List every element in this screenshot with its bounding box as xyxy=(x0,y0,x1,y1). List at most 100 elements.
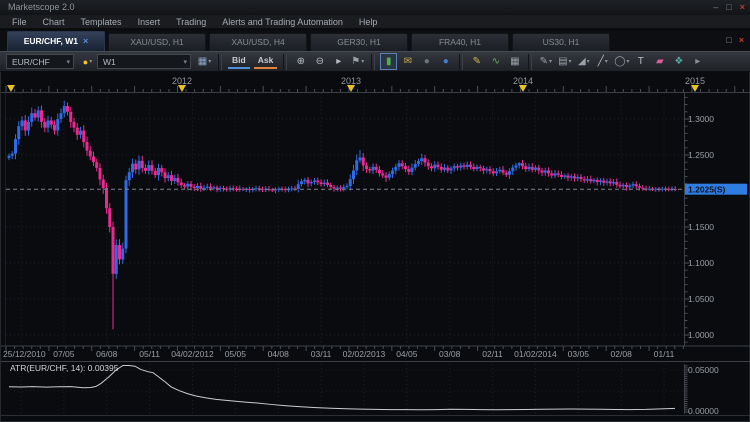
year-label-2012: 2012 xyxy=(172,76,192,86)
candle-body xyxy=(141,161,144,168)
candle-body xyxy=(34,113,37,117)
bid-button[interactable]: Bid xyxy=(228,54,250,69)
zoom-in-icon[interactable]: ⊕ xyxy=(292,53,309,70)
chart-close-button[interactable]: × xyxy=(739,35,744,45)
sun-icon[interactable]: ●▾ xyxy=(79,53,96,70)
candle-body xyxy=(537,168,540,171)
candle-body xyxy=(625,185,628,187)
freehand-icon-glyph: ✎ xyxy=(540,56,548,67)
candle-body xyxy=(495,171,498,173)
eraser-icon[interactable]: ▰ xyxy=(651,53,668,70)
tab-ger30-h1[interactable]: GER30, H1 xyxy=(310,33,408,51)
candle-body xyxy=(443,168,446,170)
tab-us30-h1[interactable]: US30, H1 xyxy=(512,33,610,51)
marketscope-window: Marketscope 2.0 – □ × FileChartTemplates… xyxy=(0,0,750,422)
candle-body xyxy=(30,113,33,122)
candlestick-tool-icon[interactable]: ▮ xyxy=(380,53,397,70)
tab-close-icon[interactable]: × xyxy=(83,36,88,46)
candle-body xyxy=(534,168,537,170)
candle-body xyxy=(511,168,514,172)
fibonacci-icon-glyph: ◢ xyxy=(578,56,586,67)
chart-type-icon[interactable]: ▦▾ xyxy=(196,53,213,70)
candle-body xyxy=(576,177,579,178)
fibonacci-icon[interactable]: ◢▾ xyxy=(575,53,592,70)
chart-maximize-button[interactable]: □ xyxy=(726,35,731,45)
channel-icon-glyph: ▤ xyxy=(558,56,567,67)
close-button[interactable]: × xyxy=(740,0,745,15)
annotation-icon[interactable]: ✉ xyxy=(399,53,416,70)
candle-body xyxy=(401,163,404,166)
date-label: 04/08 xyxy=(268,349,290,359)
zoom-select-icon[interactable]: ▸ xyxy=(330,53,347,70)
marker-icon[interactable]: ⚑▾ xyxy=(349,53,366,70)
indicator-icon[interactable]: ∿ xyxy=(487,53,504,70)
candle-body xyxy=(489,169,492,171)
tab-eur-chf-w1[interactable]: EUR/CHF, W1 × xyxy=(7,31,105,51)
menu-item-chart[interactable]: Chart xyxy=(35,15,73,29)
candle-body xyxy=(115,245,118,274)
candle-body xyxy=(446,168,449,171)
candle-body xyxy=(66,106,69,112)
date-label: 02/11 xyxy=(482,349,503,359)
tab-fra40-h1[interactable]: FRA40, H1 xyxy=(411,33,509,51)
ellipse-icon[interactable]: ◯▾ xyxy=(613,53,630,70)
share-icon[interactable]: ❖ xyxy=(670,53,687,70)
freehand-icon[interactable]: ✎▾ xyxy=(537,53,554,70)
candle-body xyxy=(89,151,92,157)
candle-body xyxy=(411,168,414,172)
candle-body xyxy=(554,173,557,175)
candle-body xyxy=(586,179,589,180)
candle-body xyxy=(209,187,212,189)
zoom-out-icon[interactable]: ⊖ xyxy=(311,53,328,70)
channel-icon[interactable]: ▤▾ xyxy=(556,53,573,70)
candle-body xyxy=(128,172,131,180)
tab-label: XAU/USD, H4 xyxy=(231,37,284,47)
text-tool-icon[interactable]: T xyxy=(632,53,649,70)
candle-body xyxy=(37,110,40,117)
tab-xau-usd-h1[interactable]: XAU/USD, H1 xyxy=(108,33,206,51)
candle-body xyxy=(459,165,462,167)
ask-button[interactable]: Ask xyxy=(254,54,278,69)
chart-canvas[interactable]: 20122013201420151.30001.25001.15001.1000… xyxy=(1,72,750,422)
candle-body xyxy=(47,120,50,127)
tab-label: EUR/CHF, W1 xyxy=(24,36,78,46)
trendline-icon-glyph: ╱ xyxy=(598,56,604,67)
timeline-marker-icon[interactable] xyxy=(7,85,15,92)
candle-body xyxy=(316,181,319,183)
candle-body xyxy=(53,125,56,131)
menu-item-file[interactable]: File xyxy=(4,15,35,29)
candle-body xyxy=(73,122,76,128)
minimize-button[interactable]: – xyxy=(713,0,718,15)
candle-body xyxy=(43,122,46,128)
timeline-marker-icon[interactable] xyxy=(178,85,186,92)
atr-min-label: 0.00000 xyxy=(688,406,719,416)
candle-body xyxy=(339,188,342,189)
menu-item-alerts-and-trading-automation[interactable]: Alerts and Trading Automation xyxy=(214,15,351,29)
candle-body xyxy=(164,172,167,178)
menu-item-help[interactable]: Help xyxy=(351,15,386,29)
symbol-select[interactable]: EUR/CHF▾ xyxy=(6,54,74,69)
sphere-icon[interactable]: ● xyxy=(437,53,454,70)
candle-body xyxy=(612,182,615,183)
candle-body xyxy=(76,128,79,135)
menu-item-trading[interactable]: Trading xyxy=(168,15,214,29)
period-select[interactable]: W1▾ xyxy=(97,54,191,69)
snapshot-icon[interactable]: ▦ xyxy=(506,53,523,70)
date-label: 05/11 xyxy=(139,349,160,359)
candle-body xyxy=(300,181,303,184)
measure-icon[interactable]: ✎ xyxy=(468,53,485,70)
collapse-icon[interactable]: ▸ xyxy=(689,53,706,70)
candle-body xyxy=(606,181,609,182)
tab-xau-usd-h4[interactable]: XAU/USD, H4 xyxy=(209,33,307,51)
menu-item-insert[interactable]: Insert xyxy=(130,15,169,29)
menu-item-templates[interactable]: Templates xyxy=(73,15,130,29)
chevron-down-icon: ▾ xyxy=(626,58,629,65)
trendline-icon[interactable]: ╱▾ xyxy=(594,53,611,70)
snapshot-icon-glyph: ▦ xyxy=(510,56,519,67)
timeline-marker-icon[interactable] xyxy=(347,85,355,92)
globe-icon[interactable]: ● xyxy=(418,53,435,70)
candle-body xyxy=(528,167,531,169)
maximize-button[interactable]: □ xyxy=(726,0,731,15)
candle-body xyxy=(125,180,128,248)
date-label: 07/05 xyxy=(53,349,75,359)
